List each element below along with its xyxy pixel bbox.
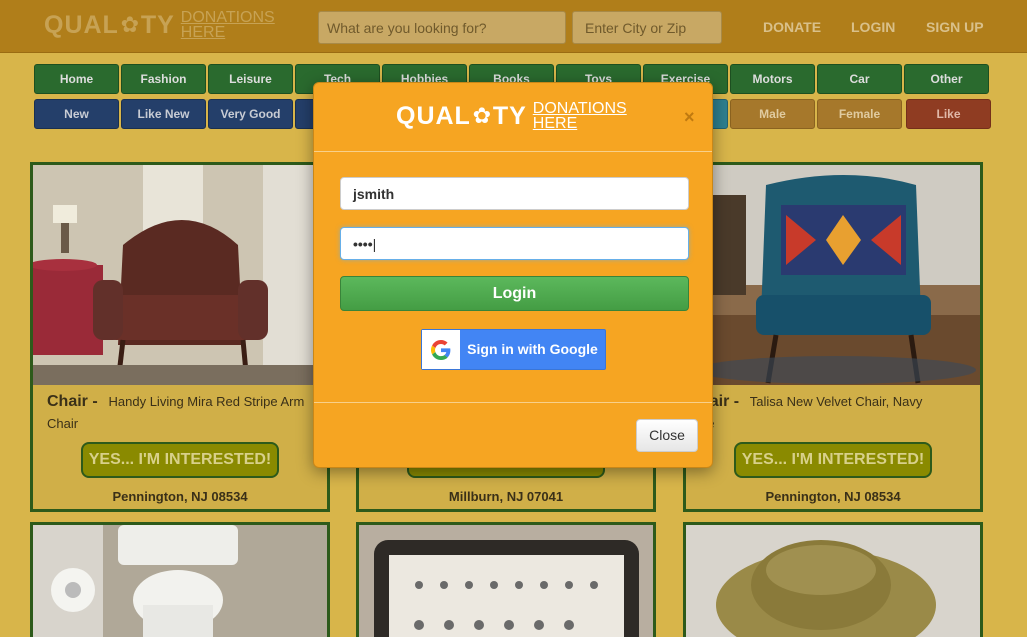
google-icon	[422, 330, 460, 369]
google-signin-button[interactable]: Sign in with Google	[421, 329, 606, 370]
modal-footer-divider	[314, 402, 712, 403]
flower-icon: ✿	[472, 103, 492, 128]
modal-logo: QUAL ✿ TY DONATIONS HERE	[396, 100, 627, 132]
close-icon[interactable]: ×	[684, 107, 695, 128]
google-signin-label: Sign in with Google	[467, 341, 598, 357]
login-modal: QUAL ✿ TY DONATIONS HERE × jsmith ••••| L…	[313, 82, 713, 468]
logo-subtitle: DONATIONS HERE	[532, 100, 627, 132]
close-button[interactable]: Close	[636, 419, 698, 452]
username-field[interactable]: jsmith	[340, 177, 689, 210]
login-button[interactable]: Login	[340, 276, 689, 311]
password-field[interactable]: ••••|	[340, 227, 689, 260]
modal-divider	[314, 151, 712, 152]
